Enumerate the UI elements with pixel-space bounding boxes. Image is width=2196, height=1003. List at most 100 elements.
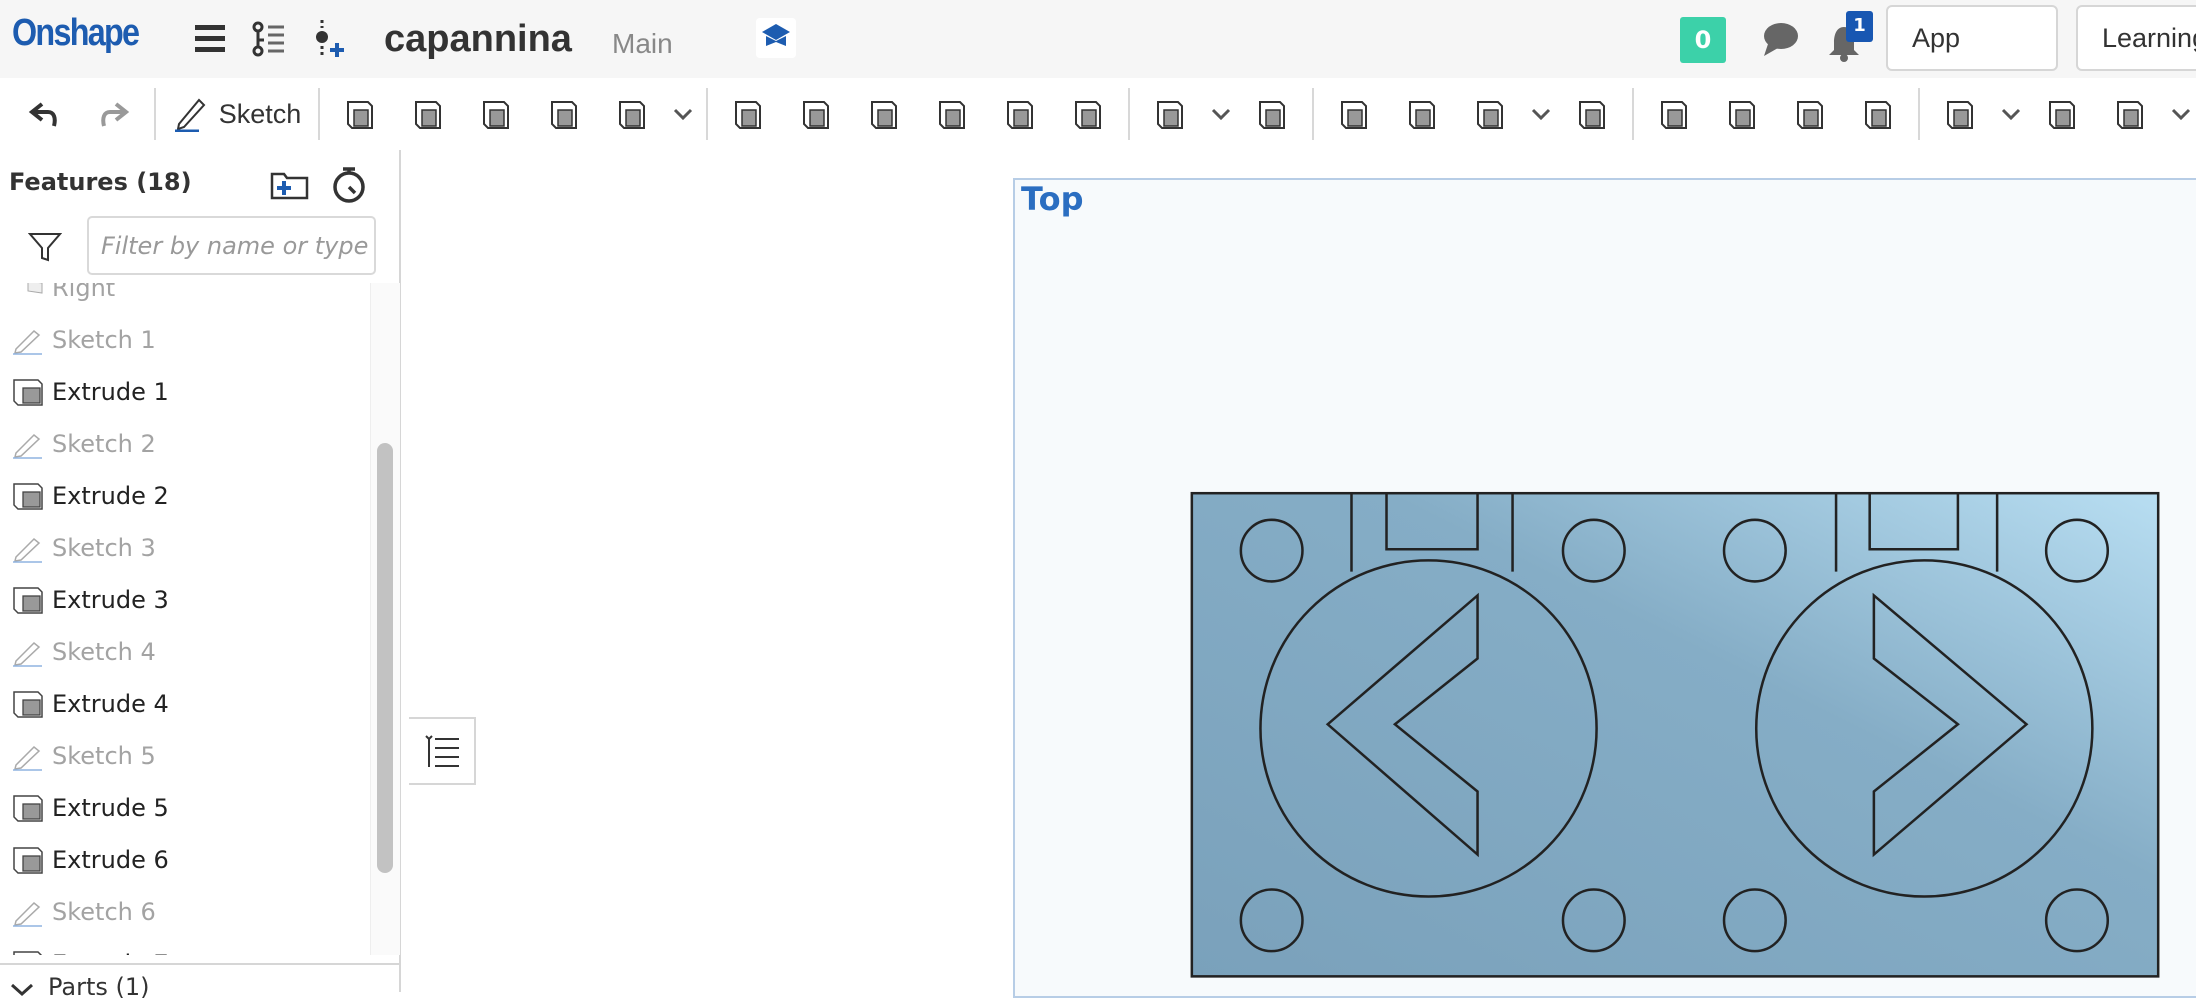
sketch-icon — [13, 433, 42, 459]
feature-item-extrude[interactable]: Extrude 6 — [0, 836, 370, 884]
hole-button[interactable] — [1054, 84, 1122, 144]
delete-face-button[interactable] — [1708, 84, 1776, 144]
extrude-icon — [13, 691, 43, 718]
chevron-down-icon — [10, 983, 34, 997]
top-bar: Onshape capannina Main 0 1 App Store Lea… — [0, 0, 2196, 115]
sketch-label: Sketch — [218, 98, 302, 129]
shell-icon — [1007, 101, 1033, 129]
rib-button[interactable] — [918, 84, 986, 144]
feature-label: Sketch 1 — [52, 326, 156, 354]
shell-button[interactable] — [986, 84, 1054, 144]
helix-button[interactable] — [2096, 84, 2164, 144]
extrude-icon — [347, 101, 373, 129]
feature-item-sketch[interactable]: Sketch 2 — [0, 420, 370, 468]
redo-button[interactable] — [80, 84, 148, 144]
feature-list-scrollbar[interactable] — [377, 443, 393, 873]
offset-surface-button[interactable] — [1926, 84, 1994, 144]
feature-item-sketch[interactable]: Sketch 5 — [0, 732, 370, 780]
delete-face-icon — [1729, 101, 1755, 129]
feature-filter-input[interactable] — [87, 216, 376, 275]
revolve-button[interactable] — [394, 84, 462, 144]
sketch-icon — [13, 537, 42, 563]
feature-item-extrude[interactable]: Extrude 1 — [0, 368, 370, 416]
sweep-button[interactable] — [462, 84, 530, 144]
app-store-button[interactable]: App Store — [1886, 5, 2058, 115]
3d-viewport[interactable] — [1013, 178, 2196, 998]
feature-label: Extrude 5 — [52, 794, 169, 822]
replace-face-button[interactable] — [1844, 84, 1912, 144]
onshape-logo[interactable]: Onshape — [12, 12, 140, 55]
modify-fillet-button[interactable] — [1640, 84, 1708, 144]
feature-item-plane[interactable]: Right — [0, 283, 370, 312]
draft-icon — [871, 101, 897, 129]
version-history-icon[interactable] — [250, 20, 288, 58]
feature-list-panel: Features (18) Right Sketch 1 Extrude 1 Sket… — [0, 150, 401, 1001]
feature-item-sketch[interactable]: Sketch 3 — [0, 524, 370, 572]
feature-list-toggle[interactable] — [409, 717, 476, 785]
thicken-icon — [619, 101, 645, 129]
filter-icon[interactable] — [28, 230, 62, 264]
branch-name[interactable]: Main — [612, 28, 673, 60]
draft-button[interactable] — [850, 84, 918, 144]
chamfer-button[interactable] — [782, 84, 850, 144]
feature-label: Sketch 2 — [52, 430, 156, 458]
pattern-button[interactable] — [1136, 84, 1204, 144]
transform-button[interactable] — [1456, 84, 1524, 144]
mirror-button[interactable] — [1238, 84, 1306, 144]
rollback-timer-icon[interactable] — [330, 166, 368, 204]
undo-button[interactable] — [12, 84, 80, 144]
sketch-icon — [13, 641, 42, 667]
view-cube-label[interactable]: Top — [1021, 180, 1083, 218]
rib-icon — [939, 101, 965, 129]
status-badge[interactable]: 0 — [1680, 17, 1726, 63]
boolean-icon — [1341, 101, 1367, 129]
toolbar-dropdown-chevron[interactable] — [666, 84, 700, 144]
document-title[interactable]: capannina — [384, 18, 572, 61]
toolbar-dropdown-chevron[interactable] — [1204, 84, 1238, 144]
comments-icon[interactable] — [1760, 20, 1800, 60]
extrude-icon — [13, 379, 43, 406]
add-folder-icon[interactable] — [270, 170, 310, 200]
learning-center-button[interactable]: Learning — [2076, 5, 2196, 71]
fillet-button[interactable] — [714, 84, 782, 144]
feature-item-extrude[interactable]: Extrude 4 — [0, 680, 370, 728]
modify-fillet-icon — [1661, 101, 1687, 129]
chamfer-icon — [803, 101, 829, 129]
extrude-icon — [13, 587, 43, 614]
move-face-button[interactable] — [1776, 84, 1844, 144]
insert-branch-icon[interactable] — [312, 20, 350, 58]
thicken-button[interactable] — [598, 84, 666, 144]
toolbar-dropdown-chevron[interactable] — [1994, 84, 2028, 144]
parts-label: Parts (1) — [48, 973, 150, 1001]
feature-item-sketch[interactable]: Sketch 6 — [0, 888, 370, 936]
feature-item-sketch[interactable]: Sketch 4 — [0, 628, 370, 676]
toolbar-separator — [318, 88, 320, 140]
feature-item-sketch[interactable]: Sketch 1 — [0, 316, 370, 364]
feature-list: Right Sketch 1 Extrude 1 Sketch 2 Extrude 2 S… — [0, 283, 370, 955]
feature-item-extrude[interactable]: Extrude 5 — [0, 784, 370, 832]
learning-cap-icon[interactable] — [756, 18, 796, 58]
chevron-down-icon — [2001, 108, 2021, 121]
feature-item-extrude[interactable]: Extrude 2 — [0, 472, 370, 520]
split-icon — [1409, 101, 1435, 129]
notification-count-badge: 1 — [1846, 11, 1873, 42]
feature-label: Extrude 1 — [52, 378, 169, 406]
sweep-icon — [483, 101, 509, 129]
toolbar-dropdown-chevron[interactable] — [2164, 84, 2196, 144]
split-button[interactable] — [1388, 84, 1456, 144]
features-title: Features (18) — [9, 168, 192, 196]
loft-button[interactable] — [530, 84, 598, 144]
hamburger-menu-icon[interactable] — [192, 20, 230, 58]
feature-label: Sketch 6 — [52, 898, 156, 926]
delete-part-button[interactable] — [1558, 84, 1626, 144]
boolean-button[interactable] — [1320, 84, 1388, 144]
feature-item-extrude[interactable]: Extrude 3 — [0, 576, 370, 624]
plane-button[interactable] — [2028, 84, 2096, 144]
parts-section-header[interactable]: Parts (1) — [0, 963, 401, 1003]
extrude-button[interactable] — [326, 84, 394, 144]
sketch-button[interactable]: Sketch — [162, 84, 312, 144]
feature-label: Right — [52, 283, 116, 302]
toolbar-dropdown-chevron[interactable] — [1524, 84, 1558, 144]
feature-item-extrude[interactable]: Extrude 7 — [0, 940, 370, 955]
toolbar-separator — [154, 88, 156, 140]
